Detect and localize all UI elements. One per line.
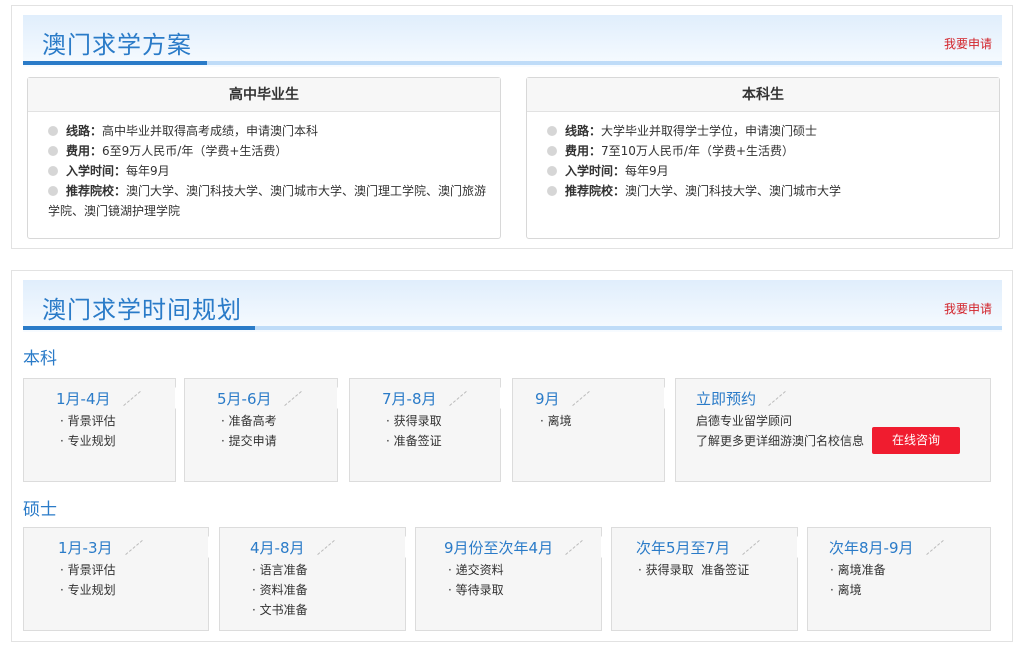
plan-fee: 费用：7至10万人民币/年（学费+生活费） xyxy=(547,141,987,161)
step-title: 5月-6月 xyxy=(217,390,272,408)
step-item: 专业规划 xyxy=(60,580,116,600)
plan-card-undergraduate: 本科生 线路：大学毕业并取得学士学位，申请澳门硕士 费用：7至10万人民币/年（… xyxy=(526,77,1000,239)
bachelor-label: 本科 xyxy=(23,349,57,369)
master-step: 次年8月-9月 离境准备 离境 xyxy=(807,527,991,631)
slash-decoration-icon xyxy=(445,390,467,406)
step-item: 专业规划 xyxy=(60,431,116,451)
bachelor-step: 7月-8月 获得录取 准备签证 xyxy=(349,378,511,482)
step-item: 语言准备 xyxy=(252,560,308,580)
master-step: 9月份至次年4月 递交资料 等待录取 xyxy=(415,527,612,631)
slash-decoration-icon xyxy=(119,390,141,406)
step-item: 资料准备 xyxy=(252,580,308,600)
bachelor-step: 9月 离境 xyxy=(512,378,675,482)
booking-line-2: 了解更多更详细游澳门名校信息 xyxy=(696,434,865,448)
step-item: 背景评估 xyxy=(60,560,116,580)
header-underline-accent xyxy=(23,61,207,65)
section-header: 澳门求学时间规划 我要申请 xyxy=(23,280,1002,332)
step-title: 9月份至次年4月 xyxy=(444,539,554,557)
step-item: 递交资料 xyxy=(448,560,504,580)
step-item: 获得录取 准备签证 xyxy=(638,560,750,580)
plan-schools: 推荐院校：澳门大学、澳门科技大学、澳门城市大学 xyxy=(547,181,987,201)
section-title: 澳门求学时间规划 xyxy=(42,296,242,324)
step-title: 7月-8月 xyxy=(382,390,437,408)
plan-card-heading: 本科生 xyxy=(527,78,999,112)
plan-route: 线路：高中毕业并取得高考成绩，申请澳门本科 xyxy=(48,121,488,141)
plan-card-heading: 高中毕业生 xyxy=(28,78,500,112)
apply-link[interactable]: 我要申请 xyxy=(944,35,992,52)
step-item: 提交申请 xyxy=(221,431,277,451)
step-item: 文书准备 xyxy=(252,600,308,620)
master-step: 1月-3月 背景评估 专业规划 xyxy=(23,527,219,631)
bachelor-step: 1月-4月 背景评估 专业规划 xyxy=(23,378,186,482)
step-title: 1月-3月 xyxy=(58,539,113,557)
step-title: 次年5月至7月 xyxy=(636,539,731,557)
booking-title: 立即预约 xyxy=(696,390,757,408)
slash-decoration-icon xyxy=(561,539,583,555)
step-item: 获得录取 xyxy=(386,411,442,431)
booking-line-1: 启德专业留学顾问 xyxy=(696,414,793,428)
slash-decoration-icon xyxy=(568,390,590,406)
plan-card-high-school: 高中毕业生 线路：高中毕业并取得高考成绩，申请澳门本科 费用：6至9万人民币/年… xyxy=(27,77,501,239)
master-label: 硕士 xyxy=(23,500,57,520)
slash-decoration-icon xyxy=(313,539,335,555)
slash-decoration-icon xyxy=(922,539,944,555)
slash-decoration-icon xyxy=(738,539,760,555)
bachelor-step: 5月-6月 准备高考 提交申请 xyxy=(184,378,348,482)
plan-intake: 入学时间：每年9月 xyxy=(48,161,488,181)
online-consult-button[interactable]: 在线咨询 xyxy=(872,427,960,454)
plan-fee: 费用：6至9万人民币/年（学费+生活费） xyxy=(48,141,488,161)
step-item: 准备高考 xyxy=(221,411,277,431)
master-step: 4月-8月 语言准备 资料准备 文书准备 xyxy=(219,527,416,631)
header-underline-accent xyxy=(23,326,255,330)
step-item: 背景评估 xyxy=(60,411,116,431)
step-title: 1月-4月 xyxy=(56,390,111,408)
step-title: 次年8月-9月 xyxy=(829,539,914,557)
section-header: 澳门求学方案 我要申请 xyxy=(23,15,1002,67)
booking-panel: 立即预约 启德专业留学顾问 了解更多更详细游澳门名校信息 在线咨询 xyxy=(675,378,991,482)
plan-intake: 入学时间：每年9月 xyxy=(547,161,987,181)
slash-decoration-icon xyxy=(764,390,786,406)
step-title: 4月-8月 xyxy=(250,539,305,557)
slash-decoration-icon xyxy=(280,390,302,406)
step-item: 离境 xyxy=(540,411,572,431)
step-title: 9月 xyxy=(535,390,560,408)
section-title: 澳门求学方案 xyxy=(42,31,192,59)
master-step: 次年5月至7月 获得录取 准备签证 xyxy=(611,527,808,631)
study-plan-section: 澳门求学方案 我要申请 高中毕业生 线路：高中毕业并取得高考成绩，申请澳门本科 … xyxy=(11,5,1013,249)
step-item: 准备签证 xyxy=(386,431,442,451)
slash-decoration-icon xyxy=(121,539,143,555)
step-item: 离境 xyxy=(830,580,886,600)
timeline-section: 澳门求学时间规划 我要申请 本科 1月-4月 背景评估 专业规划 5月-6月 准… xyxy=(11,270,1013,642)
step-item: 等待录取 xyxy=(448,580,504,600)
apply-link[interactable]: 我要申请 xyxy=(944,300,992,317)
step-item: 离境准备 xyxy=(830,560,886,580)
plan-schools: 推荐院校：澳门大学、澳门科技大学、澳门城市大学、澳门理工学院、澳门旅游学院、澳门… xyxy=(48,181,488,221)
plan-route: 线路：大学毕业并取得学士学位，申请澳门硕士 xyxy=(547,121,987,141)
